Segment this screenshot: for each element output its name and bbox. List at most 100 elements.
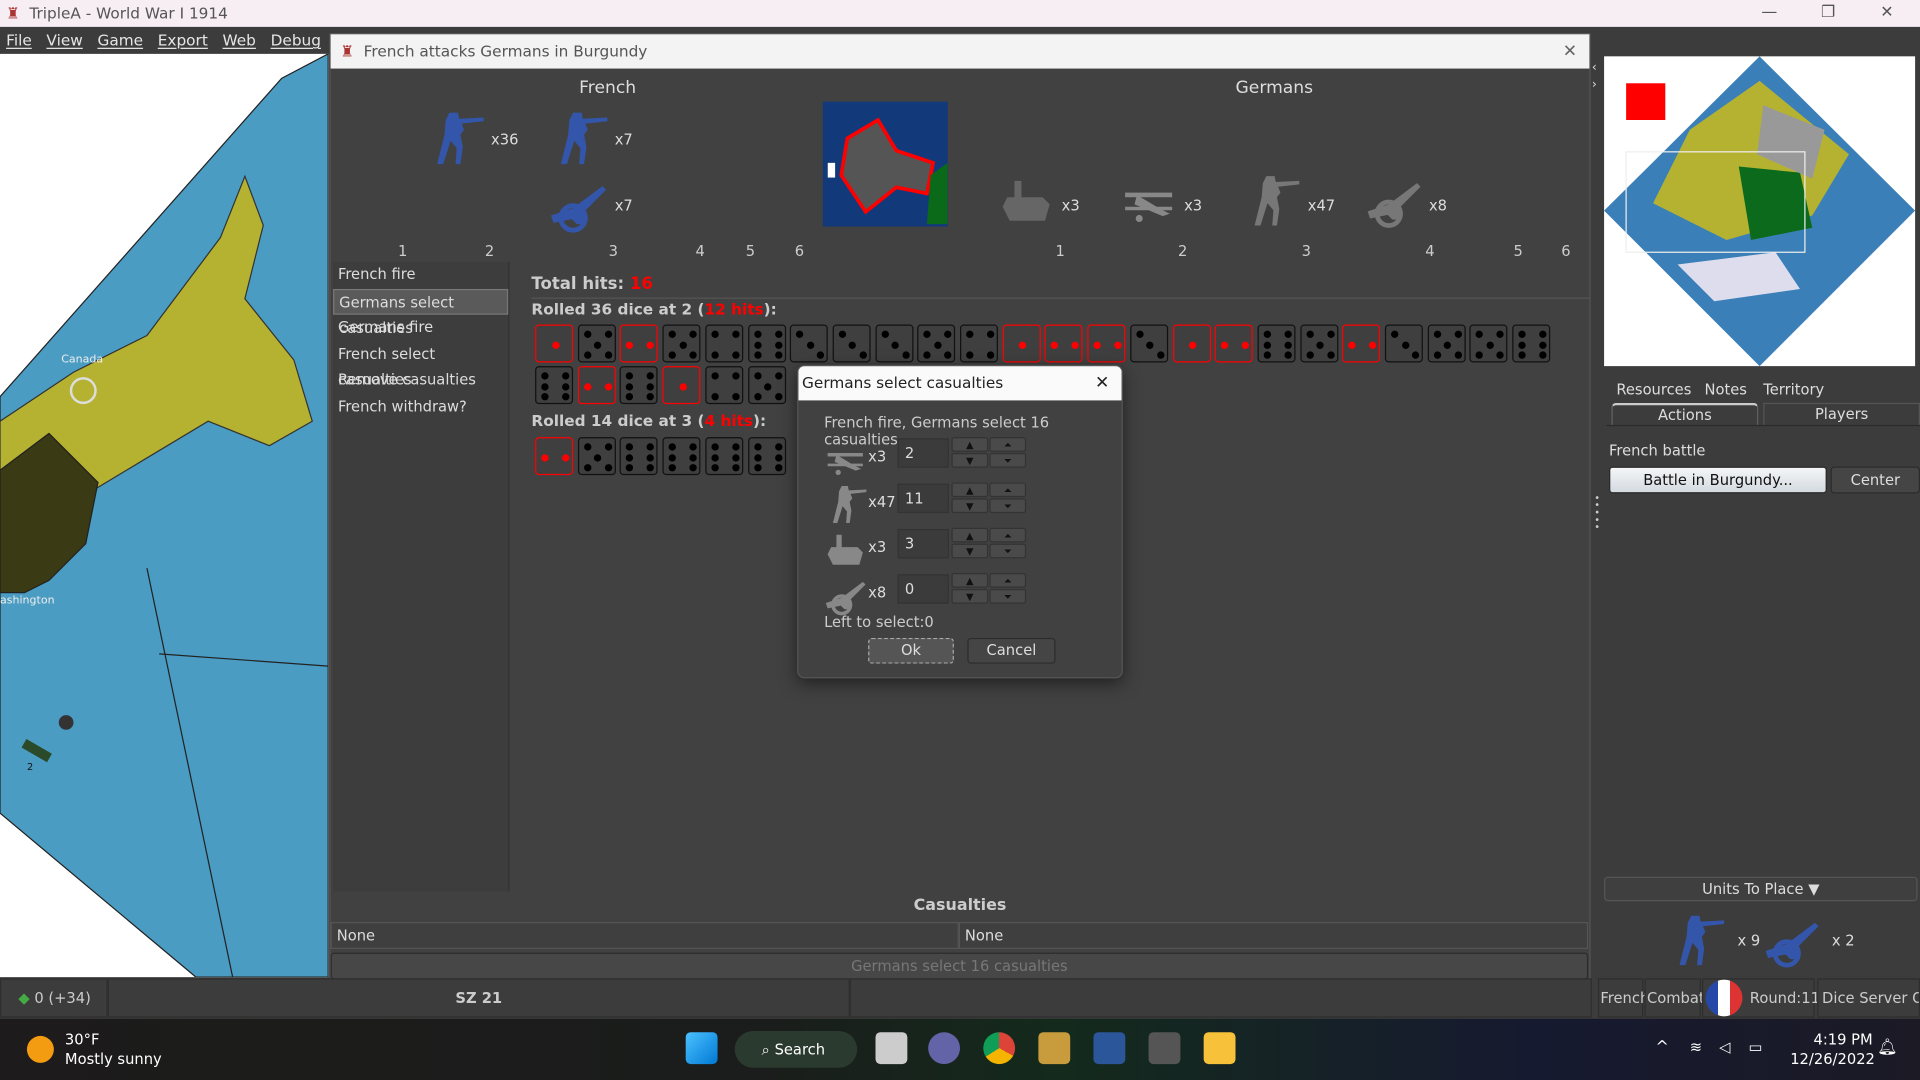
chrome-icon[interactable] (983, 1032, 1016, 1065)
task-view-icon[interactable] (875, 1032, 908, 1065)
pip (1263, 341, 1271, 349)
units-to-place-toggle[interactable]: Units To Place ▼ (1604, 876, 1918, 902)
league-icon[interactable] (1038, 1032, 1071, 1065)
tab-players[interactable]: Players (1763, 402, 1920, 427)
taskbar-search[interactable]: ⌕ Search (734, 1031, 858, 1068)
ship-unit-count: 2 (26, 761, 34, 773)
increment-button[interactable]: ▲ (951, 437, 989, 452)
increment-button[interactable]: ▲ (951, 482, 989, 498)
place-count: x 2 (1831, 931, 1855, 949)
center-button[interactable]: Center (1830, 466, 1920, 494)
word-icon[interactable] (1093, 1032, 1126, 1065)
pip (594, 341, 602, 349)
file-explorer-icon[interactable] (1203, 1032, 1236, 1065)
defender-column-4: 4 (1425, 242, 1435, 260)
minimap[interactable] (1604, 56, 1916, 367)
status-blank (849, 978, 1592, 1018)
max-button[interactable]: ⏶ (989, 482, 1027, 498)
die-4 (960, 324, 998, 363)
battery-icon[interactable]: ▭ (1749, 1038, 1763, 1055)
tab-actions[interactable]: Actions (1611, 402, 1759, 427)
tab-resources[interactable]: Resources (1616, 381, 1691, 398)
pip (626, 443, 634, 451)
tank-icon (824, 528, 868, 572)
start-icon[interactable] (685, 1032, 718, 1065)
tab-notes[interactable]: Notes (1704, 381, 1746, 398)
max-button[interactable]: ⏶ (989, 573, 1027, 588)
step-french-withdraw[interactable]: French withdraw? (333, 394, 508, 420)
close-window-button[interactable]: ✕ (1859, 0, 1915, 27)
notifications-icon[interactable]: 🔔︎ (1877, 1038, 1897, 1056)
minimize-button[interactable]: — (1741, 0, 1797, 27)
menu-debug[interactable]: Debug (271, 27, 321, 54)
die-1 (662, 366, 701, 405)
pip (583, 382, 592, 391)
clock-date[interactable]: 12/26/2022 (1790, 1051, 1875, 1068)
menu-view[interactable]: View (46, 27, 82, 54)
tray-chevron-icon[interactable]: ^ (1656, 1038, 1669, 1056)
wifi-icon[interactable]: ≋ (1690, 1038, 1702, 1055)
select-casualties-button[interactable]: Germans select 16 casualties (330, 952, 1589, 980)
menu-web[interactable]: Web (223, 27, 256, 54)
game-map[interactable]: Canada ashington 2 (0, 53, 329, 978)
tank-icon (998, 171, 1057, 230)
total-hits-value: 16 (629, 274, 653, 294)
menu-file[interactable]: File (6, 27, 32, 54)
pip (647, 372, 655, 380)
pip (764, 382, 772, 391)
splitter-handle[interactable]: • • • • • (1594, 493, 1600, 532)
menu-export[interactable]: Export (158, 27, 208, 54)
pip (1518, 341, 1526, 349)
unit-count: x3 (868, 538, 887, 556)
pip (1539, 330, 1547, 338)
menu-game[interactable]: Game (97, 27, 143, 54)
min-button[interactable]: ⏷ (989, 498, 1027, 514)
pip (753, 341, 762, 349)
pip (604, 464, 612, 472)
casualty-count-field[interactable]: 2 (897, 438, 949, 468)
pip (647, 443, 655, 451)
casualty-count-field[interactable]: 11 (897, 483, 949, 514)
decrement-button[interactable]: ▼ (951, 498, 989, 514)
pip (1401, 341, 1409, 349)
increment-button[interactable]: ▲ (951, 527, 989, 543)
teams-icon[interactable] (928, 1032, 961, 1065)
maximize-button[interactable]: ❐ (1800, 0, 1856, 27)
casualty-count-field[interactable]: 3 (897, 528, 949, 559)
close-dialog-button[interactable]: ✕ (1095, 366, 1109, 400)
pip (541, 453, 549, 462)
min-button[interactable]: ⏷ (989, 453, 1027, 468)
tab-territory[interactable]: Territory (1763, 381, 1824, 398)
die-6 (747, 437, 786, 476)
pip (1518, 351, 1526, 359)
increment-button[interactable]: ▲ (951, 573, 989, 588)
volume-icon[interactable]: ◁ (1719, 1038, 1730, 1055)
min-button[interactable]: ⏷ (989, 588, 1027, 604)
ok-button[interactable]: Ok (868, 637, 954, 664)
step-germans-select-casualties[interactable]: Germans select casualties (333, 288, 509, 336)
battle-in-burgundy-button[interactable]: Battle in Burgundy... (1608, 466, 1827, 494)
decrement-button[interactable]: ▼ (951, 588, 989, 604)
max-button[interactable]: ⏶ (989, 527, 1027, 543)
min-button[interactable]: ⏷ (989, 543, 1027, 559)
weather-icon[interactable] (26, 1035, 54, 1063)
pip (731, 372, 740, 380)
collapse-left-icon[interactable]: ‹ (1592, 61, 1597, 74)
step-remove-casualties[interactable]: Remove casualties (333, 367, 508, 393)
cancel-button[interactable]: Cancel (967, 637, 1056, 664)
die-5 (577, 324, 616, 363)
decrement-button[interactable]: ▼ (951, 453, 989, 468)
step-germans-fire[interactable]: Germans fire (333, 315, 508, 341)
step-french-select-casualties[interactable]: French select casualties (333, 341, 508, 388)
collapse-right-icon[interactable]: › (1592, 78, 1597, 91)
step-french-fire[interactable]: French fire (333, 262, 508, 288)
clock-time[interactable]: 4:19 PM (1813, 1031, 1872, 1048)
decrement-button[interactable]: ▼ (951, 543, 989, 559)
close-battle-button[interactable]: ✕ (1563, 34, 1577, 68)
triplea-taskbar-icon[interactable] (1148, 1032, 1181, 1065)
casualties-section: Casualties None None Germans select 16 c… (330, 894, 1590, 980)
casualty-count-field[interactable]: 0 (897, 574, 949, 604)
mine-unit-icon[interactable] (58, 715, 74, 730)
search-label: Search (774, 1040, 826, 1058)
max-button[interactable]: ⏶ (989, 437, 1027, 452)
